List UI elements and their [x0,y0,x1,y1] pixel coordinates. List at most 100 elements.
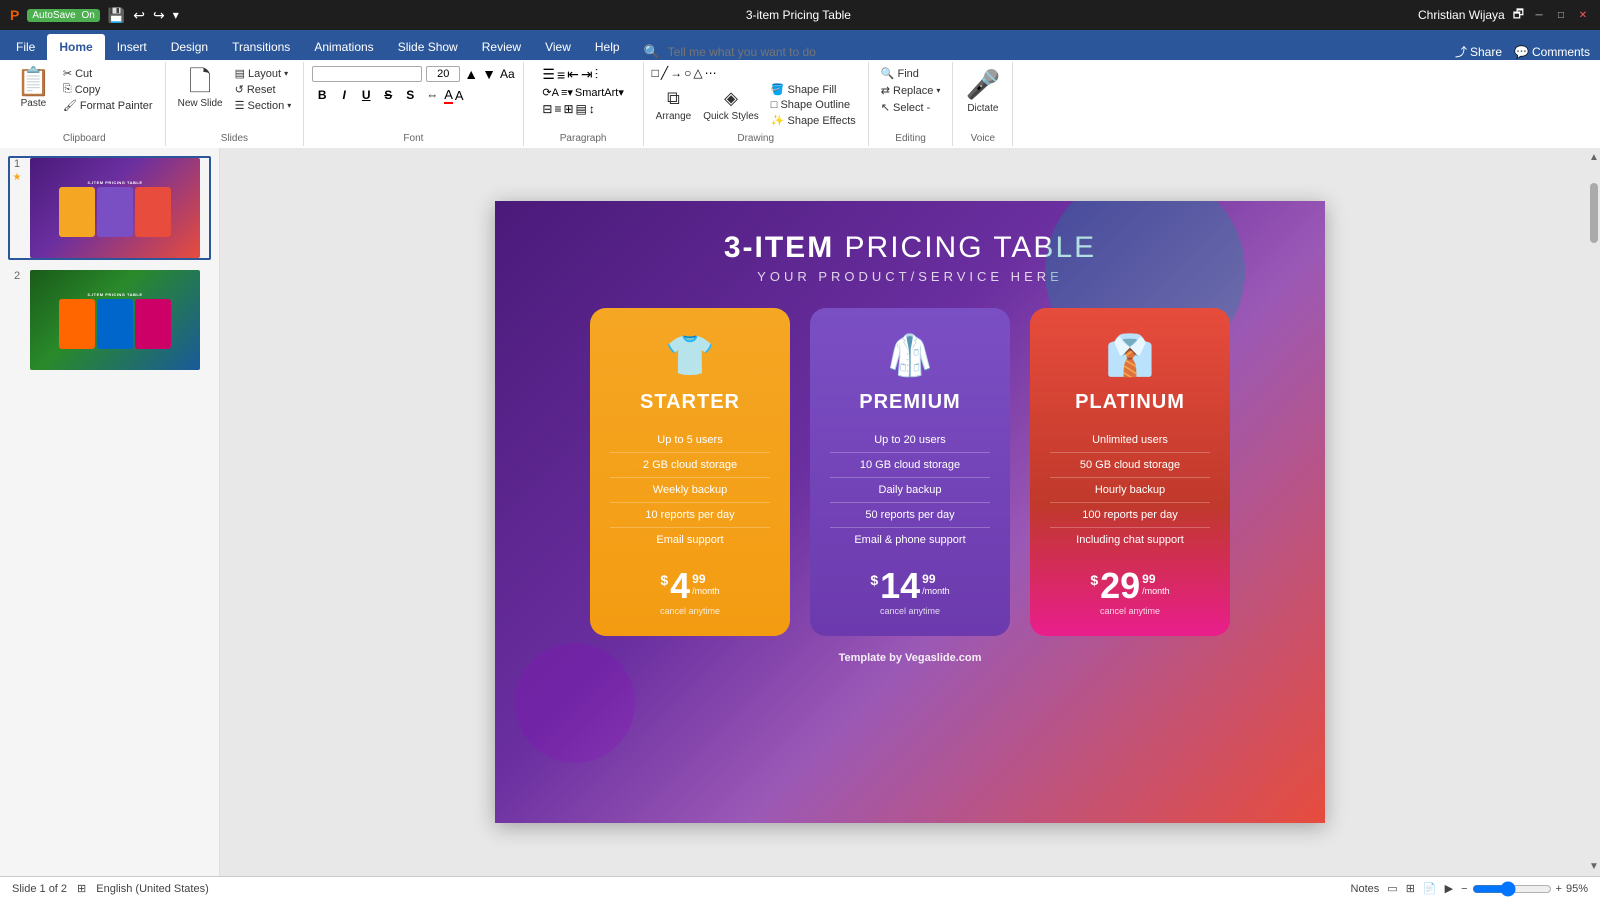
decrease-indent-icon[interactable]: ⇤ [567,66,579,83]
slide-sorter-icon[interactable]: ⊞ [1406,882,1415,895]
reset-button[interactable]: ↺ Reset [231,82,296,97]
maximize-icon[interactable]: □ [1554,8,1568,22]
shape-oval-icon[interactable]: ○ [684,66,691,80]
shape-effects-button[interactable]: ✨ Shape Effects [767,113,860,128]
align-left-icon[interactable]: ⊟ [542,102,552,116]
slide-thumb-2[interactable]: 2 3-ITEM PRICING TABLE [8,268,211,372]
arrange-button[interactable]: ⧉ Arrange [652,86,696,124]
align-right-icon[interactable]: ⊞ [563,102,573,116]
dictate-button[interactable]: 🎤 Dictate [961,66,1004,116]
tab-insert[interactable]: Insert [105,34,159,60]
align-center-icon[interactable]: ≡ [554,102,561,116]
text-direction-icon[interactable]: ⟳A [542,86,559,99]
starter-cents: 99 [692,572,705,586]
replace-icon: ⇄ [881,84,890,97]
ribbon-group-slides: 🗋 New Slide ▤ Layout ▾ ↺ Reset ☰ Section… [166,62,305,146]
search-input[interactable] [668,45,968,59]
zoom-in-button[interactable]: + [1556,883,1562,895]
premium-cancel: cancel anytime [880,606,940,616]
tab-design[interactable]: Design [159,34,220,60]
share-button[interactable]: ⤴ Share [1455,43,1502,60]
slide-thumb-1[interactable]: 1 ★ 3-ITEM PRICING TABLE [8,156,211,260]
layout-button[interactable]: ▤ Layout ▾ [231,66,296,81]
shadow-button[interactable]: S [400,85,420,105]
shape-fill-button[interactable]: 🪣 Shape Fill [767,82,860,97]
comments-button[interactable]: 💬 Comments [1514,45,1590,59]
tab-review[interactable]: Review [470,34,533,60]
tab-view[interactable]: View [533,34,583,60]
scroll-up-arrow[interactable]: ▲ [1589,152,1599,163]
quick-styles-icon: ◈ [724,88,738,109]
replace-button[interactable]: ⇄ Replace ▾ [877,83,945,98]
font-size-input[interactable] [426,66,460,82]
strikethrough-button[interactable]: S [378,85,398,105]
bullet-list-icon[interactable]: ☰ [542,66,555,83]
columns-icon[interactable]: ⫶ [595,66,599,83]
scroll-down-arrow[interactable]: ▼ [1589,861,1599,872]
presenter-view-icon[interactable]: ▶ [1445,882,1453,895]
mini-card-premium [97,187,133,237]
paste-button[interactable]: 📋 Paste [12,66,55,111]
italic-button[interactable]: I [334,85,354,105]
shape-outline-button[interactable]: □ Shape Outline [767,98,860,112]
tab-animations[interactable]: Animations [302,34,385,60]
shape-triangle-icon[interactable]: △ [693,66,702,80]
scroll-thumb[interactable] [1590,183,1598,243]
section-button[interactable]: ☰ Section ▾ [231,98,296,113]
minimize-icon[interactable]: ─ [1532,8,1546,22]
tab-help[interactable]: Help [583,34,632,60]
autosave-badge[interactable]: AutoSave On [27,9,100,22]
char-spacing-button[interactable]: ⇔ [422,85,442,105]
reading-view-icon[interactable]: 📄 [1423,882,1437,895]
undo-icon[interactable]: ↩ [133,7,145,24]
shape-line-icon[interactable]: ╱ [661,66,668,80]
slide-canvas[interactable]: 3-ITEM PRICING TABLE YOUR PRODUCT/SERVIC… [495,201,1325,823]
bold-button[interactable]: B [312,85,332,105]
font-color-button[interactable]: A [444,87,453,104]
slide-footer: Template by Vegaslide.com [839,652,982,664]
justify-icon[interactable]: ▤ [576,102,587,116]
status-left: Slide 1 of 2 ⊞ English (United States) [12,882,209,895]
tab-transitions[interactable]: Transitions [220,34,302,60]
shapes-more-icon[interactable]: ⋯ [705,66,717,80]
highlight-color-button[interactable]: A [455,88,464,103]
font-size-up-icon[interactable]: ▲ [464,66,478,82]
select-button[interactable]: ↖ Select - [877,100,935,115]
title-bar-right: Christian Wijaya 🗗 ─ □ ✕ [1418,5,1590,26]
normal-view-icon[interactable]: ▭ [1387,882,1397,895]
platinum-price-right: 99 /month [1142,568,1170,596]
tab-file[interactable]: File [4,34,47,60]
close-icon[interactable]: ✕ [1576,8,1590,22]
shape-rect-icon[interactable]: □ [652,66,659,80]
save-icon[interactable]: 💾 [108,7,125,24]
starter-cancel: cancel anytime [660,606,720,616]
font-size-down-icon[interactable]: ▼ [482,66,496,82]
numbered-list-icon[interactable]: ≡ [557,67,565,83]
increase-indent-icon[interactable]: ⇥ [581,66,593,83]
underline-button[interactable]: U [356,85,376,105]
tab-home[interactable]: Home [47,34,104,60]
cut-button[interactable]: ✂ Cut [59,66,157,81]
align-text-icon[interactable]: ≡▾ [561,86,573,99]
font-name-input[interactable] [312,66,422,82]
restore-icon[interactable]: 🗗 [1513,5,1524,26]
clear-format-icon[interactable]: Aa [500,67,515,81]
select-icon: ↖ [881,101,890,114]
format-painter-button[interactable]: 🖌 Format Painter [59,98,157,113]
shape-fill-icon: 🪣 [771,83,785,96]
shape-arrow-icon[interactable]: → [670,66,682,80]
font-label: Font [403,131,423,144]
zoom-slider[interactable] [1472,881,1552,897]
find-button[interactable]: 🔍 Find [877,66,923,81]
arrange-icon: ⧉ [667,88,680,109]
notes-button[interactable]: Notes [1351,883,1380,895]
slide-preview-1: 3-ITEM PRICING TABLE [30,158,200,258]
zoom-out-button[interactable]: − [1461,883,1467,895]
convert-smartart-icon[interactable]: SmartArt▾ [575,86,624,99]
line-spacing-icon[interactable]: ↕ [589,102,595,116]
new-slide-button[interactable]: 🗋 New Slide [174,66,227,111]
tab-slideshow[interactable]: Slide Show [386,34,470,60]
redo-icon[interactable]: ↪ [153,7,165,24]
copy-button[interactable]: ⎘ Copy [59,82,157,97]
quick-styles-button[interactable]: ◈ Quick Styles [699,86,763,124]
